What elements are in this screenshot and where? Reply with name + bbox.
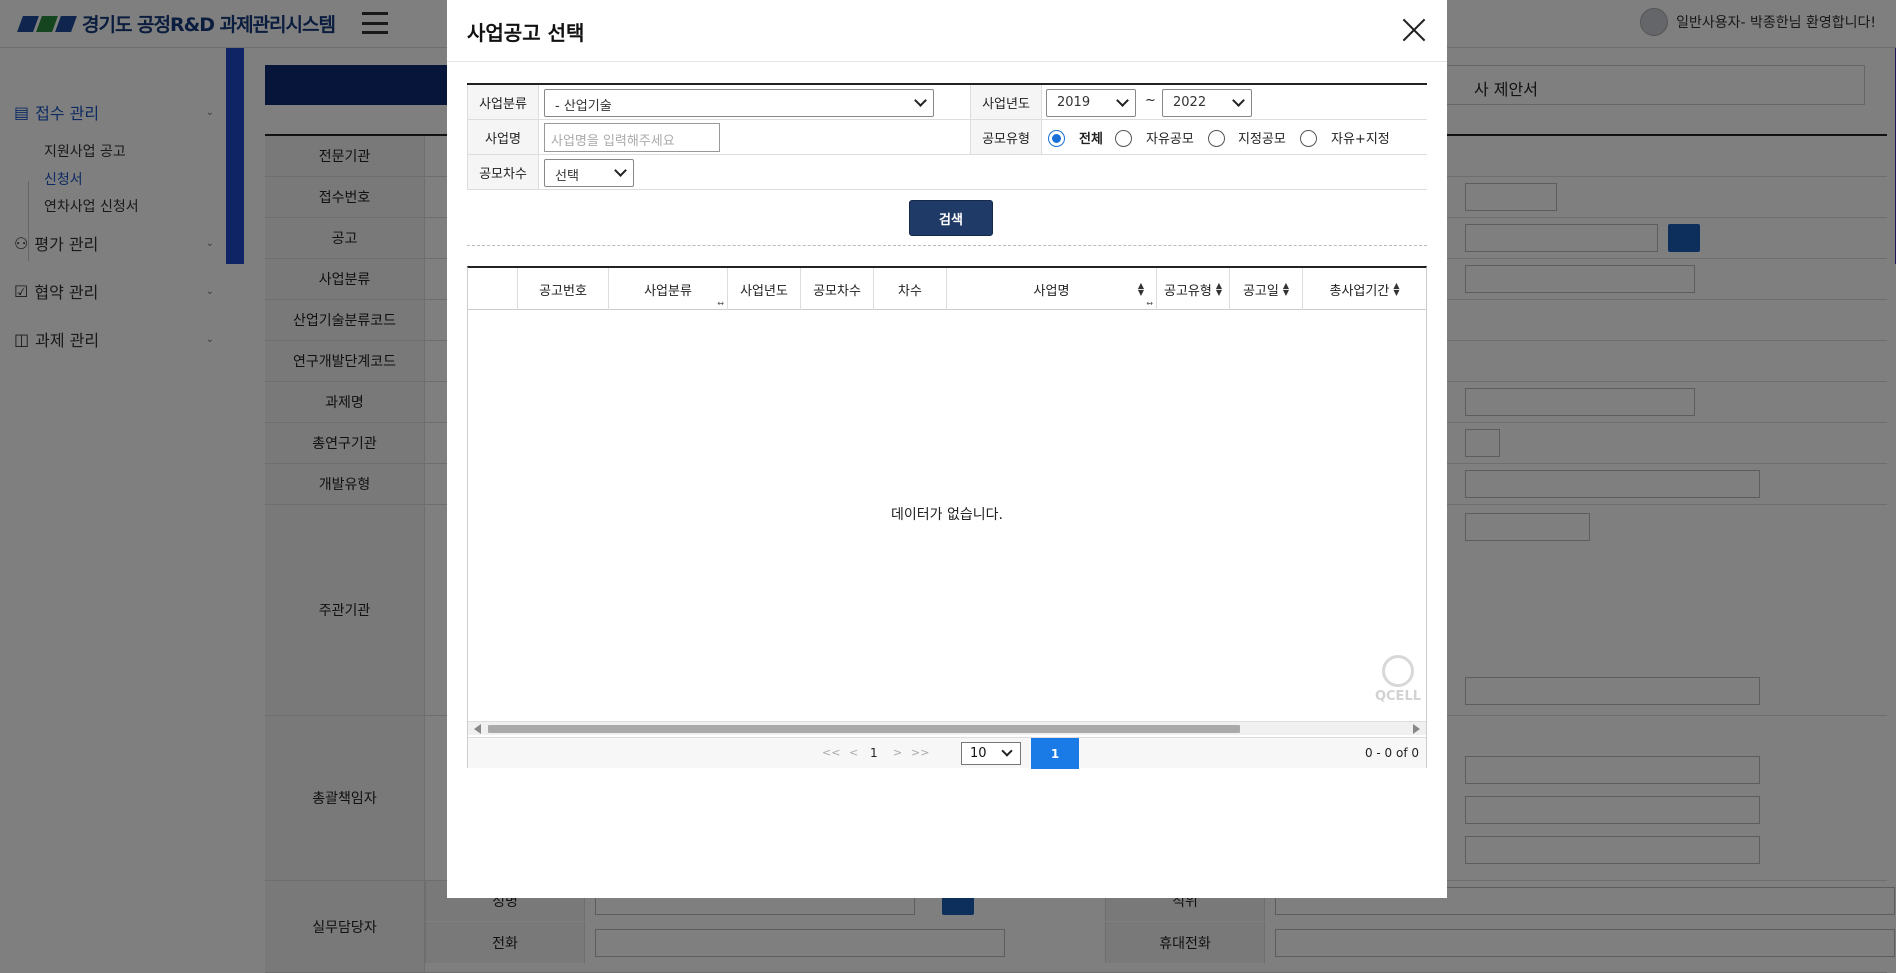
year-to-select[interactable]: 2022 — [1162, 89, 1252, 117]
business-name-input[interactable]: 사업명을 입력해주세요 — [544, 123, 720, 152]
grid-header: 공고번호 사업분류 ↔ 사업년도 공모차수 차수 사업명 ▲ ▼ ↔ 공고유형 ▲ ▼ 공고… — [468, 268, 1426, 310]
year-separator: ~ — [1145, 93, 1156, 108]
grid-header-cell[interactable]: 차수 — [874, 268, 947, 310]
page-number[interactable]: 1 — [870, 746, 878, 760]
category-select[interactable]: - 산업기술 — [544, 89, 934, 117]
round-select[interactable]: 선택 — [544, 159, 634, 187]
notice-select-modal: 사업공고 선택 사업분류 - 산업기술 사업년도 2019 ~ 2022 사업명… — [447, 0, 1447, 898]
sort-icon[interactable]: ▲ ▼ — [1283, 282, 1289, 297]
radio-type-free[interactable] — [1115, 130, 1132, 147]
radio-type-free-designated[interactable] — [1300, 130, 1317, 147]
qcell-watermark: QCELL — [1370, 655, 1426, 704]
page-size-value: 10 — [970, 746, 987, 761]
search-button[interactable]: 검색 — [909, 200, 993, 236]
category-value: - 산업기술 — [555, 99, 612, 114]
current-page-button[interactable]: 1 — [1031, 738, 1079, 769]
search-filter-table: 사업분류 - 산업기술 사업년도 2019 ~ 2022 사업명 사업명을 입력… — [467, 83, 1427, 190]
year-label: 사업년도 — [970, 85, 1042, 119]
year-from-select[interactable]: 2019 — [1046, 89, 1136, 117]
sort-icon[interactable]: ▲ ▼ — [1393, 282, 1399, 297]
filter-row: 사업분류 - 산업기술 사업년도 2019 ~ 2022 — [467, 85, 1427, 120]
close-icon[interactable] — [1401, 17, 1427, 43]
radio-label: 지정공모 — [1238, 132, 1286, 147]
column-label: 공고유형 — [1164, 283, 1212, 299]
grid-header-cell[interactable]: 사업분류 ↔ — [609, 268, 728, 310]
column-label: 공모차수 — [813, 283, 861, 299]
scroll-right-icon[interactable] — [1413, 724, 1420, 734]
round-label: 공모차수 — [467, 155, 539, 189]
type-label: 공모유형 — [970, 120, 1042, 154]
grid-header-cell[interactable]: 사업명 ▲ ▼ ↔ — [947, 268, 1157, 310]
chevron-down-icon — [1232, 94, 1245, 107]
filter-row: 공모차수 선택 — [467, 155, 1427, 190]
modal-header: 사업공고 선택 — [447, 0, 1447, 62]
chevron-down-icon — [614, 164, 627, 177]
qcell-logo-icon — [1382, 655, 1414, 687]
filter-row: 사업명 사업명을 입력해주세요 공모유형 전체 자유공모 지정공모 자유+지정 — [467, 120, 1427, 155]
radio-type-all[interactable] — [1048, 130, 1065, 147]
modal-title: 사업공고 선택 — [467, 21, 585, 45]
grid-header-cell[interactable]: 총사업기간 ▲ ▼ — [1303, 268, 1426, 310]
chevron-down-icon — [914, 94, 927, 107]
column-label: 공고번호 — [539, 283, 587, 299]
column-label: 차수 — [898, 283, 922, 299]
radio-type-designated[interactable] — [1208, 130, 1225, 147]
grid-header-cell[interactable]: 공고일 ▲ ▼ — [1230, 268, 1303, 310]
grid-header-select[interactable] — [468, 268, 518, 310]
resize-icon[interactable]: ↔ — [717, 299, 724, 308]
radio-label: 전체 — [1079, 132, 1103, 147]
grid-header-cell[interactable]: 공고유형 ▲ ▼ — [1157, 268, 1230, 310]
sort-icon[interactable]: ▲ ▼ — [1216, 282, 1222, 297]
page-last-button[interactable]: >> — [911, 746, 929, 759]
empty-message: 데이터가 없습니다. — [891, 507, 1003, 523]
column-label: 총사업기간 — [1329, 283, 1390, 299]
page-size-select[interactable]: 10 — [961, 742, 1021, 765]
column-label: 사업년도 — [740, 283, 788, 299]
round-value: 선택 — [555, 169, 579, 184]
radio-label: 자유+지정 — [1331, 132, 1390, 147]
year-to-value: 2022 — [1173, 95, 1207, 110]
grid-header-cell[interactable]: 사업년도 — [728, 268, 801, 310]
pagination: << < 1 > >> 10 1 0 - 0 of 0 — [468, 737, 1426, 769]
resize-icon[interactable]: ↔ — [1146, 299, 1153, 308]
scroll-thumb[interactable] — [488, 725, 1240, 733]
column-label: 사업명 — [1033, 283, 1070, 299]
page-next-button[interactable]: > — [893, 746, 902, 759]
scroll-left-icon[interactable] — [474, 724, 481, 734]
sort-icon[interactable]: ▲ ▼ — [1138, 282, 1144, 297]
grid-header-cell[interactable]: 공모차수 — [801, 268, 874, 310]
name-label: 사업명 — [467, 120, 539, 154]
chevron-down-icon — [1001, 745, 1013, 757]
watermark-text: QCELL — [1374, 689, 1422, 704]
category-label: 사업분류 — [467, 85, 539, 119]
page-first-button[interactable]: << — [822, 746, 840, 759]
year-from-value: 2019 — [1057, 95, 1091, 110]
record-count: 0 - 0 of 0 — [1364, 746, 1419, 760]
grid-header-cell[interactable]: 공고번호 — [518, 268, 609, 310]
chevron-down-icon — [1116, 94, 1129, 107]
column-label: 사업분류 — [644, 283, 692, 299]
radio-label: 자유공모 — [1146, 132, 1194, 147]
page-prev-button[interactable]: < — [849, 746, 858, 759]
divider — [467, 245, 1427, 246]
column-label: 공고일 — [1242, 283, 1279, 299]
horizontal-scrollbar[interactable] — [468, 721, 1426, 735]
